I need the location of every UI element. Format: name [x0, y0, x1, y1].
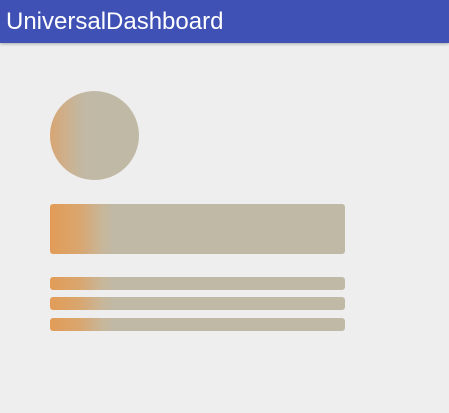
text-line-placeholder	[50, 277, 345, 290]
app-title: UniversalDashboard	[6, 7, 224, 35]
app-bar: UniversalDashboard	[0, 0, 449, 43]
text-line-placeholder	[50, 318, 345, 331]
text-line-placeholder	[50, 297, 345, 310]
avatar-placeholder	[50, 91, 139, 180]
loading-skeleton	[0, 43, 449, 413]
title-placeholder	[50, 204, 345, 254]
